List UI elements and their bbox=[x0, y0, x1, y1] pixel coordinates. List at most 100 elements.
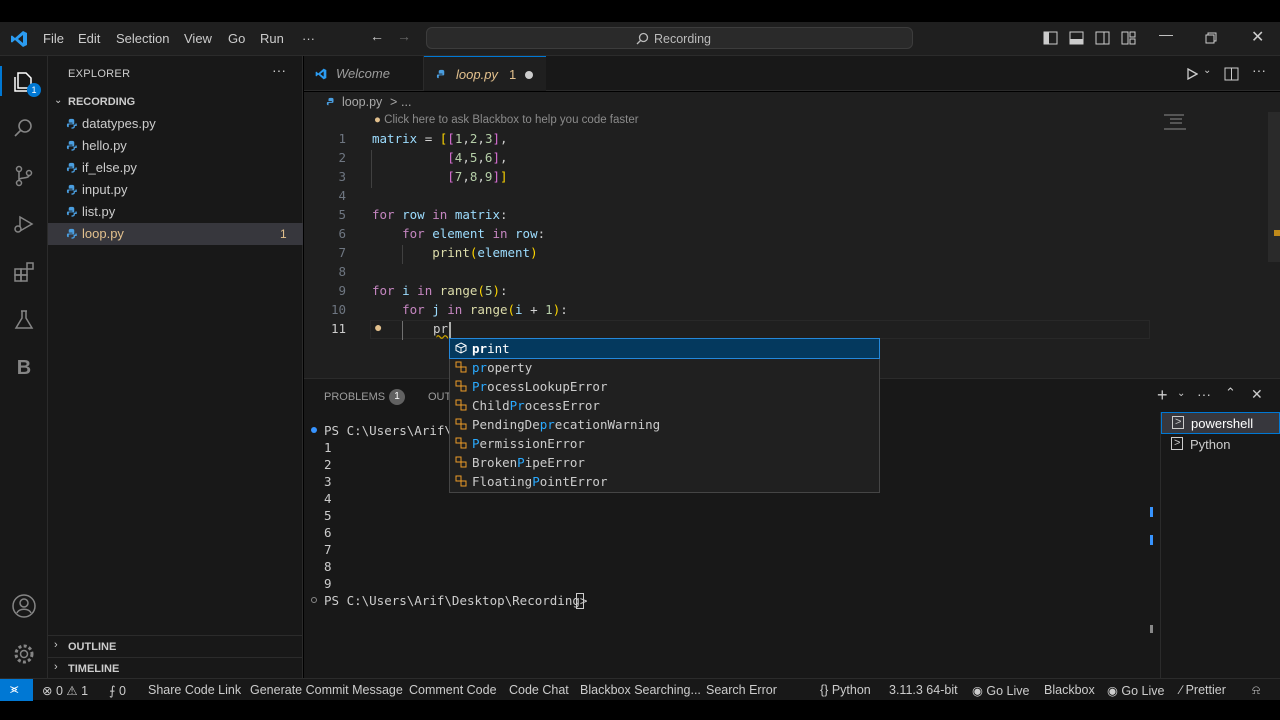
editor-more-icon[interactable]: ··· bbox=[1252, 62, 1266, 78]
menu-run[interactable]: Run bbox=[260, 31, 284, 46]
menu-view[interactable]: View bbox=[184, 31, 212, 46]
suggestion-item[interactable]: property bbox=[450, 358, 879, 377]
ports-status[interactable]: ⨍ 0 bbox=[109, 683, 126, 698]
file-item-hello[interactable]: hello.py bbox=[48, 135, 303, 157]
file-item-input[interactable]: input.py bbox=[48, 179, 303, 201]
python-file-icon bbox=[436, 69, 445, 79]
menu-edit[interactable]: Edit bbox=[78, 31, 100, 46]
blackbox-status[interactable]: Blackbox bbox=[1044, 683, 1095, 697]
remote-indicator[interactable]: ⪤ bbox=[0, 679, 33, 701]
menu-selection[interactable]: Selection bbox=[116, 31, 169, 46]
suggestion-item[interactable]: ChildProcessError bbox=[450, 396, 879, 415]
breadcrumb-file[interactable]: loop.py bbox=[342, 95, 382, 109]
blackbox-icon[interactable]: B bbox=[10, 354, 38, 382]
split-editor-icon[interactable] bbox=[1224, 67, 1239, 81]
folder-recording[interactable]: ⌄ RECORDING bbox=[48, 91, 303, 113]
language-mode[interactable]: {} Python bbox=[820, 683, 871, 697]
close-window-icon[interactable]: ✕ bbox=[1251, 27, 1264, 47]
outline-section[interactable]: › OUTLINE bbox=[48, 635, 303, 657]
file-item-if-else[interactable]: if_else.py bbox=[48, 157, 303, 179]
lightbulb-icon[interactable]: ● bbox=[374, 319, 382, 335]
code-line: [7,8,9]] bbox=[447, 169, 508, 184]
go-live-2[interactable]: ◉ Go Live bbox=[1107, 683, 1165, 698]
terminal-item-powershell[interactable]: > powershell bbox=[1161, 412, 1280, 434]
share-code-link[interactable]: Share Code Link bbox=[148, 683, 241, 697]
suggestion-item[interactable]: PendingDeprecationWarning bbox=[450, 415, 879, 434]
code-chat[interactable]: Code Chat bbox=[509, 683, 569, 697]
settings-gear-icon[interactable] bbox=[10, 640, 38, 668]
maximize-panel-icon[interactable]: ⌃ bbox=[1225, 385, 1236, 401]
suggestion-item[interactable]: print bbox=[449, 338, 880, 359]
tab-loop-py[interactable]: loop.py 1 bbox=[424, 56, 546, 91]
toggle-primary-sidebar-icon[interactable] bbox=[1043, 31, 1058, 45]
scrollbar-thumb[interactable] bbox=[1268, 112, 1280, 262]
explorer-badge: 1 bbox=[27, 83, 41, 97]
terminal-output-line: 1 bbox=[324, 440, 332, 455]
timeline-section[interactable]: › TIMELINE bbox=[48, 657, 303, 678]
tab-welcome[interactable]: Welcome bbox=[304, 56, 424, 91]
back-arrow-icon[interactable]: ← bbox=[370, 28, 384, 44]
vscode-logo-icon bbox=[11, 31, 27, 47]
outline-label: OUTLINE bbox=[68, 641, 117, 653]
blackbox-searching[interactable]: Blackbox Searching... bbox=[580, 683, 701, 697]
explorer-more-icon[interactable]: ··· bbox=[272, 62, 286, 78]
accounts-icon[interactable] bbox=[10, 592, 38, 620]
toggle-secondary-sidebar-icon[interactable] bbox=[1095, 31, 1110, 45]
suggestion-item[interactable]: ProcessLookupError bbox=[450, 377, 879, 396]
extensions-icon[interactable] bbox=[10, 258, 38, 286]
menu-more[interactable]: ··· bbox=[302, 31, 315, 46]
unsaved-dot-icon[interactable] bbox=[525, 71, 533, 79]
file-item-datatypes[interactable]: datatypes.py bbox=[48, 113, 303, 135]
run-debug-icon[interactable] bbox=[10, 210, 38, 238]
comment-code[interactable]: Comment Code bbox=[409, 683, 497, 697]
source-control-icon[interactable] bbox=[10, 162, 38, 190]
terminal-item-python[interactable]: > Python bbox=[1161, 434, 1280, 456]
new-terminal-plus-icon[interactable]: + bbox=[1157, 385, 1168, 406]
suggestion-item[interactable]: PermissionError bbox=[450, 434, 879, 453]
indent-guide bbox=[371, 150, 372, 188]
blackbox-hint[interactable]: ● Click here to ask Blackbox to help you… bbox=[374, 114, 639, 126]
file-item-list[interactable]: list.py bbox=[48, 201, 303, 223]
go-live-1[interactable]: ◉ Go Live bbox=[972, 683, 1030, 698]
minimize-icon[interactable]: — bbox=[1159, 26, 1173, 42]
tab-output[interactable]: OUT bbox=[428, 391, 451, 403]
toggle-panel-icon[interactable] bbox=[1069, 31, 1084, 45]
command-center-search[interactable]: Recording bbox=[426, 27, 913, 49]
python-file-icon bbox=[66, 162, 77, 173]
suggestion-item[interactable]: FloatingPointError bbox=[450, 472, 879, 491]
line-number: 3 bbox=[338, 169, 346, 184]
suggestion-match: P bbox=[472, 436, 480, 451]
search-error[interactable]: Search Error bbox=[706, 683, 777, 697]
run-file-play-icon[interactable] bbox=[1186, 68, 1198, 80]
restore-icon[interactable] bbox=[1205, 32, 1217, 44]
suggestion-rest: ecationWarning bbox=[554, 417, 661, 432]
terminal-list: > powershell > Python bbox=[1160, 412, 1280, 678]
run-dropdown-chevron-icon[interactable]: ⌄ bbox=[1203, 65, 1211, 76]
forward-arrow-icon[interactable]: → bbox=[397, 28, 411, 44]
suggestion-item[interactable]: BrokenPipeError bbox=[450, 453, 879, 472]
warning-icon: ⚠ bbox=[66, 684, 78, 698]
prettier-status[interactable]: ∕ Prettier bbox=[1180, 683, 1226, 697]
code-line: for j in range(i + 1): bbox=[402, 302, 568, 317]
explorer-icon[interactable]: 1 bbox=[10, 68, 41, 97]
breadcrumb-more[interactable]: ... bbox=[401, 95, 411, 109]
menu-go[interactable]: Go bbox=[228, 31, 245, 46]
generate-commit-message[interactable]: Generate Commit Message bbox=[250, 683, 403, 697]
menu-file[interactable]: File bbox=[43, 31, 64, 46]
terminal-dropdown-chevron-icon[interactable]: ⌄ bbox=[1177, 388, 1185, 399]
testing-flask-icon[interactable] bbox=[10, 306, 38, 334]
panel-more-icon[interactable]: ··· bbox=[1197, 386, 1211, 402]
minimap[interactable] bbox=[1164, 112, 1268, 378]
notifications-bell-icon[interactable]: ⍾ bbox=[1252, 683, 1260, 698]
warning-count: 1 bbox=[81, 684, 89, 698]
file-label: hello.py bbox=[82, 138, 127, 153]
problems-status[interactable]: ⊗ 0 ⚠ 1 bbox=[42, 683, 88, 698]
error-icon: ⊗ bbox=[42, 684, 53, 698]
python-interpreter[interactable]: 3.11.3 64-bit bbox=[889, 683, 958, 697]
customize-layout-icon[interactable] bbox=[1121, 31, 1136, 45]
tab-problems[interactable]: PROBLEMS bbox=[324, 391, 385, 403]
search-view-icon[interactable] bbox=[10, 114, 38, 142]
close-panel-icon[interactable]: ✕ bbox=[1251, 386, 1263, 403]
file-item-loop[interactable]: loop.py 1 bbox=[48, 223, 303, 245]
chevron-right-icon: › bbox=[54, 639, 58, 651]
